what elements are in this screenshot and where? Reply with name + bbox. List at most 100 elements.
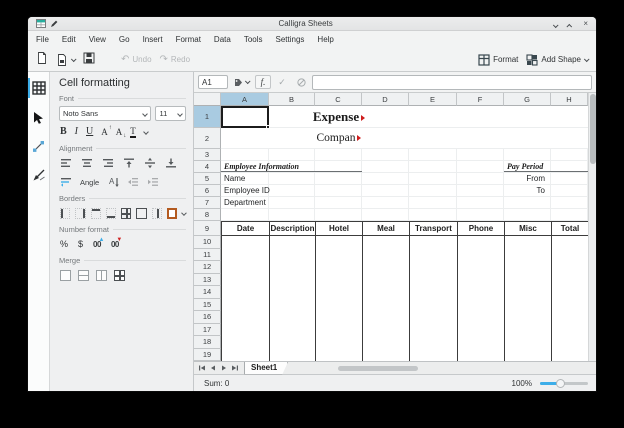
increase-indent-button[interactable] [147, 176, 159, 188]
zoom-slider[interactable] [540, 379, 588, 388]
border-color-chevron-icon[interactable] [181, 210, 186, 215]
text-color-chevron-icon[interactable] [143, 129, 149, 135]
cell-E5[interactable] [409, 173, 457, 185]
close-button[interactable]: × [583, 20, 588, 28]
horizontal-scrollbar-thumb[interactable] [338, 366, 418, 371]
select-all-corner[interactable] [194, 93, 221, 106]
cell-A9[interactable]: Date [221, 221, 269, 236]
cell-H18[interactable] [551, 336, 588, 349]
cell-A17[interactable] [221, 324, 269, 337]
cell-D10[interactable] [362, 236, 409, 249]
cell-C5[interactable] [315, 173, 362, 185]
menu-go[interactable]: Go [119, 35, 130, 44]
cell-B19[interactable] [269, 349, 315, 362]
cell-E10[interactable] [409, 236, 457, 249]
cell-H17[interactable] [551, 324, 588, 337]
align-left-button[interactable] [60, 157, 72, 169]
cell-C15[interactable] [315, 299, 362, 312]
cell-H3[interactable] [551, 149, 588, 161]
cell-G9[interactable]: Misc [504, 221, 551, 236]
cell-G2[interactable] [504, 128, 551, 149]
cell-D7[interactable] [362, 197, 409, 209]
named-range-dropdown[interactable] [231, 75, 252, 89]
menu-tools[interactable]: Tools [244, 35, 263, 44]
row-header-19[interactable]: 19 [194, 349, 221, 362]
column-header-D[interactable]: D [362, 93, 409, 106]
vertical-scrollbar[interactable] [588, 93, 596, 361]
cell-B12[interactable] [269, 261, 315, 274]
border-outline-button[interactable] [136, 208, 146, 219]
cell-E13[interactable] [409, 274, 457, 287]
cell-H5[interactable] [551, 173, 588, 185]
cell-F15[interactable] [457, 299, 504, 312]
cell-F9[interactable]: Phone [457, 221, 504, 236]
cell-H13[interactable] [551, 274, 588, 287]
cell-F18[interactable] [457, 336, 504, 349]
dock-tab-connector[interactable] [28, 136, 50, 156]
cell-G14[interactable] [504, 286, 551, 299]
cell-G17[interactable] [504, 324, 551, 337]
insert-function-button[interactable]: f. [255, 75, 271, 89]
cell-A12[interactable] [221, 261, 269, 274]
cell-A14[interactable] [221, 286, 269, 299]
cell-D4[interactable] [362, 161, 409, 173]
cell-E18[interactable] [409, 336, 457, 349]
row-header-8[interactable]: 8 [194, 209, 221, 221]
cell-B11[interactable] [269, 249, 315, 262]
cell-D14[interactable] [362, 286, 409, 299]
cell-F2[interactable] [457, 128, 504, 149]
cell-H12[interactable] [551, 261, 588, 274]
align-center-button[interactable] [81, 157, 93, 169]
merge-horizontal-button[interactable] [78, 270, 89, 281]
border-left-button[interactable] [60, 208, 70, 219]
menu-settings[interactable]: Settings [276, 35, 305, 44]
column-header-A[interactable]: A [221, 93, 269, 106]
cell-selection-marquee[interactable] [221, 106, 269, 128]
cell-C17[interactable] [315, 324, 362, 337]
menu-edit[interactable]: Edit [62, 35, 76, 44]
dock-tab-cell-formatting[interactable] [28, 78, 50, 98]
menu-file[interactable]: File [36, 35, 49, 44]
cell-A19[interactable] [221, 349, 269, 362]
cell-F3[interactable] [457, 149, 504, 161]
cell-F6[interactable] [457, 185, 504, 197]
cell-D8[interactable] [362, 209, 409, 221]
cell-B3[interactable] [269, 149, 315, 161]
decrease-indent-button[interactable] [127, 176, 139, 188]
cell-B14[interactable] [269, 286, 315, 299]
row-header-18[interactable]: 18 [194, 336, 221, 349]
cell-H10[interactable] [551, 236, 588, 249]
cell-G18[interactable] [504, 336, 551, 349]
first-sheet-button[interactable] [197, 364, 206, 373]
bold-button[interactable]: B [60, 126, 67, 138]
cell-F16[interactable] [457, 311, 504, 324]
cell-B16[interactable] [269, 311, 315, 324]
row-header-10[interactable]: 10 [194, 236, 221, 249]
cell-B18[interactable] [269, 336, 315, 349]
cell-D17[interactable] [362, 324, 409, 337]
cell-B17[interactable] [269, 324, 315, 337]
cell-B8[interactable] [269, 209, 315, 221]
format-button[interactable]: Format [478, 54, 518, 66]
cell-H6[interactable] [551, 185, 588, 197]
cell-F17[interactable] [457, 324, 504, 337]
last-sheet-button[interactable] [230, 364, 239, 373]
cell-C9[interactable]: Hotel [315, 221, 362, 236]
cell-C3[interactable] [315, 149, 362, 161]
currency-format-button[interactable]: $ [78, 239, 83, 249]
text-color-button[interactable]: T [130, 127, 136, 138]
cell-G8[interactable] [504, 209, 551, 221]
cell-G13[interactable] [504, 274, 551, 287]
border-all-button[interactable] [121, 208, 131, 219]
row-header-9[interactable]: 9 [194, 221, 221, 236]
italic-button[interactable]: I [75, 126, 78, 138]
zoom-slider-knob[interactable] [556, 379, 565, 388]
row-header-12[interactable]: 12 [194, 261, 221, 274]
cell-C11[interactable] [315, 249, 362, 262]
cell-E9[interactable]: Transport [409, 221, 457, 236]
percent-format-button[interactable]: % [60, 239, 68, 249]
border-top-button[interactable] [91, 208, 101, 219]
horizontal-scrollbar[interactable] [296, 365, 587, 372]
cell-E8[interactable] [409, 209, 457, 221]
new-document-button[interactable] [36, 51, 48, 69]
